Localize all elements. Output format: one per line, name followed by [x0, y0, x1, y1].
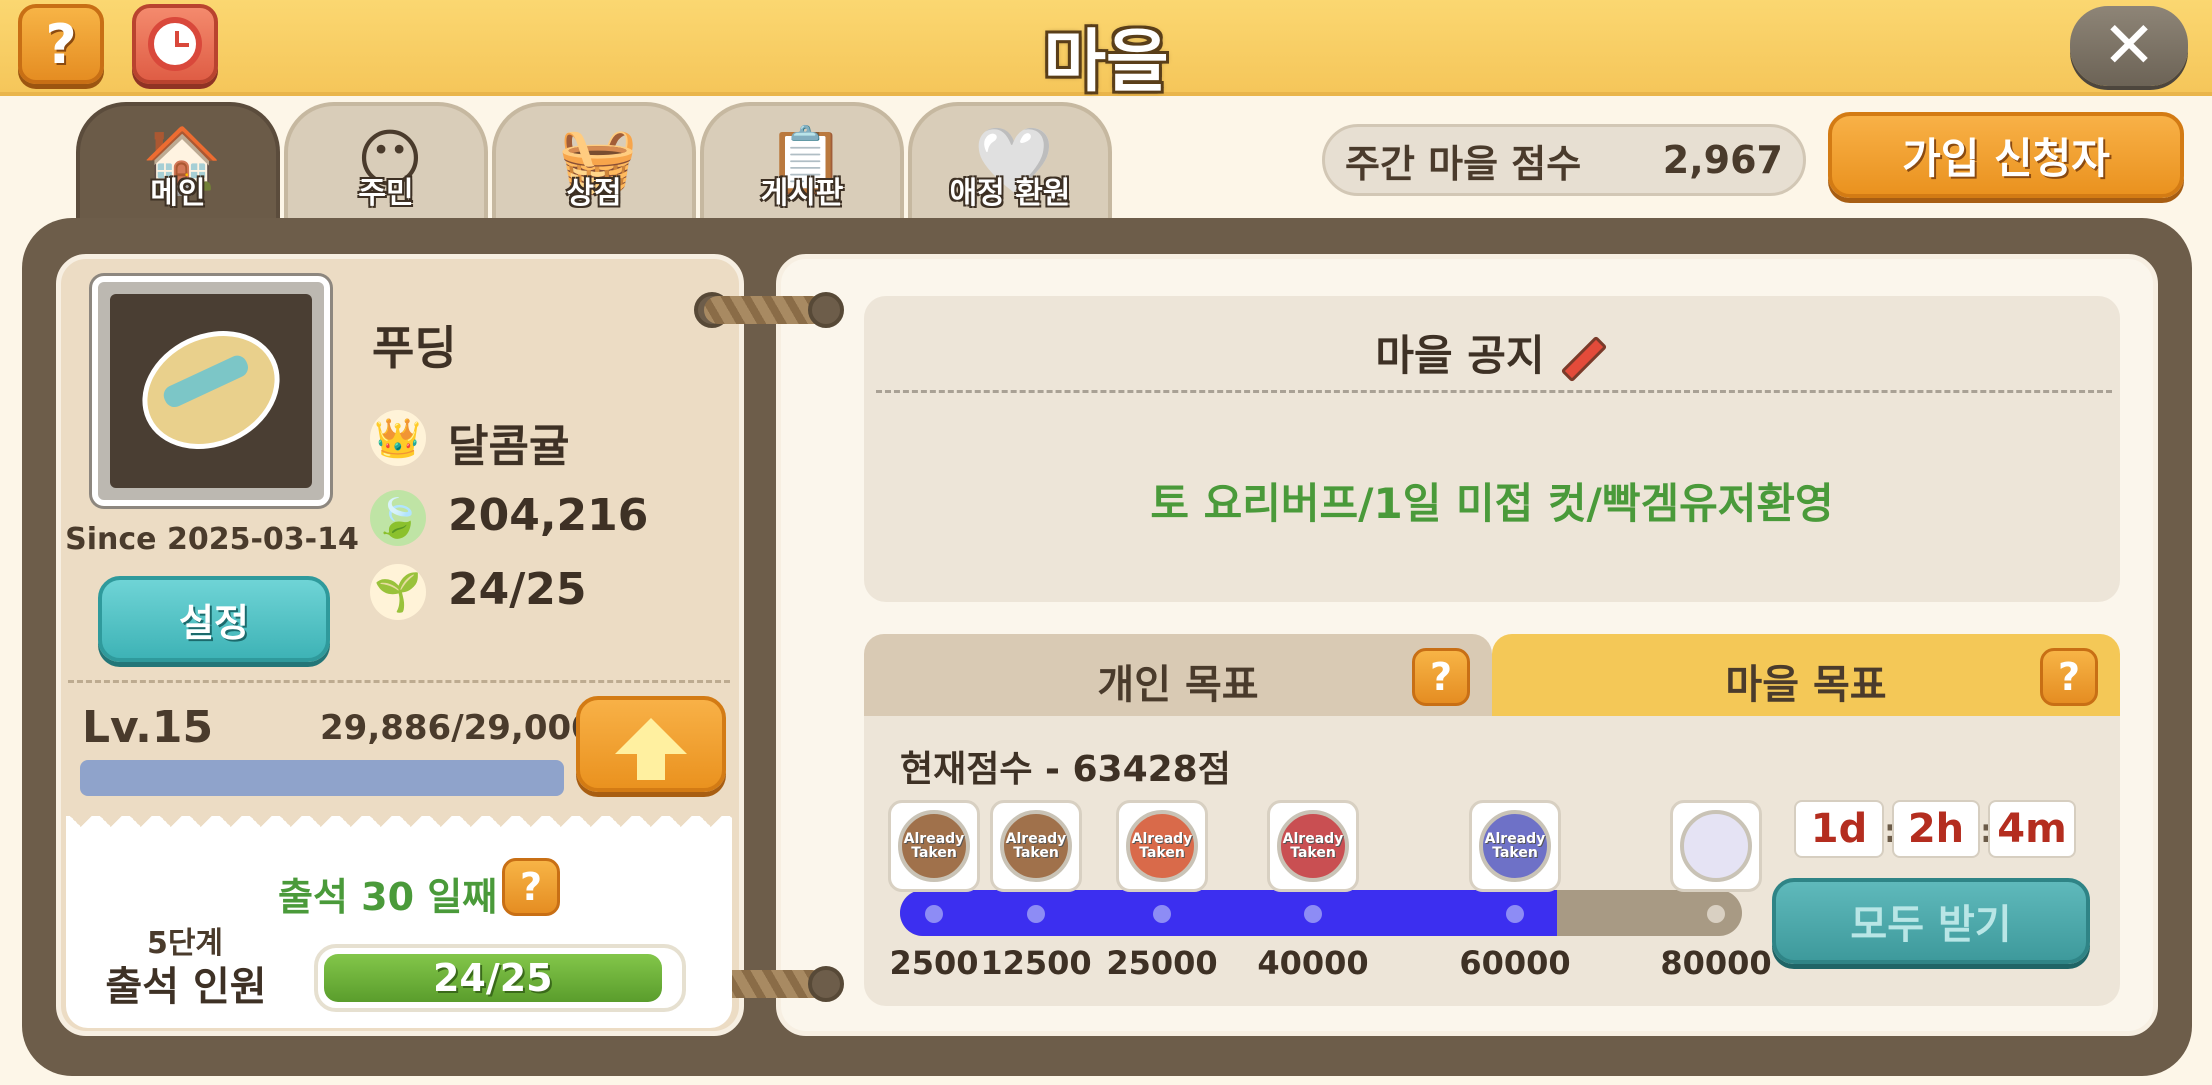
milestone-label: 60000 — [1459, 944, 1571, 982]
timer-hours: 2h — [1892, 800, 1980, 858]
leaf-icon: 🍃 — [370, 490, 426, 546]
village-emblem[interactable] — [92, 276, 330, 506]
tab-label: 게시판 — [760, 176, 844, 211]
close-button[interactable]: ✕ — [2070, 6, 2188, 86]
leader-crown-icon: 👑 — [370, 410, 426, 466]
alarm-clock-icon — [148, 17, 202, 71]
divider — [68, 680, 730, 683]
tab-label: 마을 목표 — [1725, 662, 1887, 708]
village-level: Lv.15 — [82, 702, 214, 753]
goal-progress-fill — [900, 890, 1557, 936]
milestone-reward[interactable]: Already Taken — [1116, 800, 1208, 892]
milestone-label: 25000 — [1106, 944, 1218, 982]
milestone-marker — [1707, 905, 1725, 923]
tab-label: 메인 — [150, 176, 206, 211]
attendance-progress-fill: 24/25 — [324, 954, 662, 1002]
milestone-reward[interactable]: Already Taken — [990, 800, 1082, 892]
rope-knot — [808, 966, 844, 1002]
member-icon: 🌱 — [370, 564, 426, 620]
village-goal-help-button[interactable]: ? — [2040, 648, 2098, 706]
tab-label: 애정 환원 — [949, 176, 1071, 211]
tab-board[interactable]: 📋 게시판 — [700, 102, 904, 222]
level-up-button[interactable] — [576, 696, 726, 792]
close-icon: ✕ — [2102, 9, 2156, 83]
milestone-label: 12500 — [980, 944, 1092, 982]
reward-coin-icon: Already Taken — [1479, 810, 1551, 882]
since-date: Since 2025-03-14 — [65, 522, 359, 557]
attendance-progress: 24/25 — [314, 944, 686, 1012]
tab-village-goal[interactable]: 마을 목표 ? — [1492, 634, 2120, 720]
applicants-button[interactable]: 가입 신청자 — [1828, 112, 2184, 198]
weekly-score: 주간 마을 점수 2,967 — [1322, 124, 1806, 196]
leaf-count: 204,216 — [448, 490, 649, 541]
attendance-count: 24/25 — [432, 956, 553, 1000]
milestone-reward[interactable]: Already Taken — [1469, 800, 1561, 892]
pencil-icon[interactable] — [1560, 335, 1607, 382]
milestone-reward[interactable] — [1670, 800, 1762, 892]
tab-affection[interactable]: 🤍 애정 환원 — [908, 102, 1112, 222]
tab-main[interactable]: 🏠 메인 — [76, 102, 280, 222]
milestone-marker — [1506, 905, 1524, 923]
attendance-help-button[interactable]: ? — [502, 858, 560, 916]
help-button[interactable]: ? — [18, 4, 104, 84]
milestone-marker — [1304, 905, 1322, 923]
current-score: 현재점수 - 63428점 — [900, 749, 1231, 790]
timer-days: 1d — [1794, 800, 1884, 858]
milestone-label: 80000 — [1660, 944, 1772, 982]
tab-label: 주민 — [358, 176, 414, 211]
gift-box-icon — [1680, 810, 1752, 882]
village-exp: 29,886/29,000 — [320, 708, 595, 748]
notice-title: 마을 공지 — [864, 322, 2120, 383]
attendance-days: 출석 30 일째 — [278, 875, 498, 919]
rope-knot — [808, 292, 844, 328]
tab-personal-goal[interactable]: 개인 목표 ? — [864, 634, 1492, 720]
tab-label: 상점 — [566, 176, 622, 211]
tab-residents[interactable]: 😶 주민 — [284, 102, 488, 222]
milestone-marker — [925, 905, 943, 923]
up-arrow-icon — [615, 718, 687, 780]
weekly-score-label: 주간 마을 점수 — [1345, 141, 1582, 186]
attendance-label: 출석 인원 — [105, 964, 267, 1010]
notice-text: 토 요리버프/1일 미접 컷/빡겜유저환영 — [1150, 479, 1834, 528]
reward-coin-icon: Already Taken — [1000, 810, 1072, 882]
page-title: 마을 — [1043, 23, 1169, 102]
milestone-marker — [1153, 905, 1171, 923]
milestone-label: 40000 — [1257, 944, 1369, 982]
settings-button[interactable]: 설정 — [98, 576, 330, 662]
weekly-score-value: 2,967 — [1662, 138, 1783, 182]
receive-all-button[interactable]: 모두 받기 — [1772, 878, 2090, 964]
alarm-button[interactable] — [132, 4, 218, 84]
milestone-marker — [1027, 905, 1045, 923]
milestone-reward[interactable]: Already Taken — [1267, 800, 1359, 892]
paper-edge — [66, 812, 732, 842]
straw-hat-icon — [122, 309, 300, 471]
question-icon: ? — [45, 12, 77, 76]
personal-goal-help-button[interactable]: ? — [1412, 648, 1470, 706]
reward-coin-icon: Already Taken — [1126, 810, 1198, 882]
tab-label: 개인 목표 — [1097, 662, 1259, 708]
tab-shop[interactable]: 🧺 상점 — [492, 102, 696, 222]
divider — [876, 390, 2112, 393]
reward-coin-icon: Already Taken — [1277, 810, 1349, 882]
village-name: 푸딩 — [372, 321, 457, 375]
notice-title-text: 마을 공지 — [1375, 331, 1545, 380]
exp-bar — [80, 760, 564, 796]
member-count: 24/25 — [448, 564, 587, 615]
milestone-reward[interactable]: Already Taken — [888, 800, 980, 892]
leader-name: 달콤귤 — [448, 421, 570, 472]
timer-minutes: 4m — [1988, 800, 2076, 858]
reward-coin-icon: Already Taken — [898, 810, 970, 882]
